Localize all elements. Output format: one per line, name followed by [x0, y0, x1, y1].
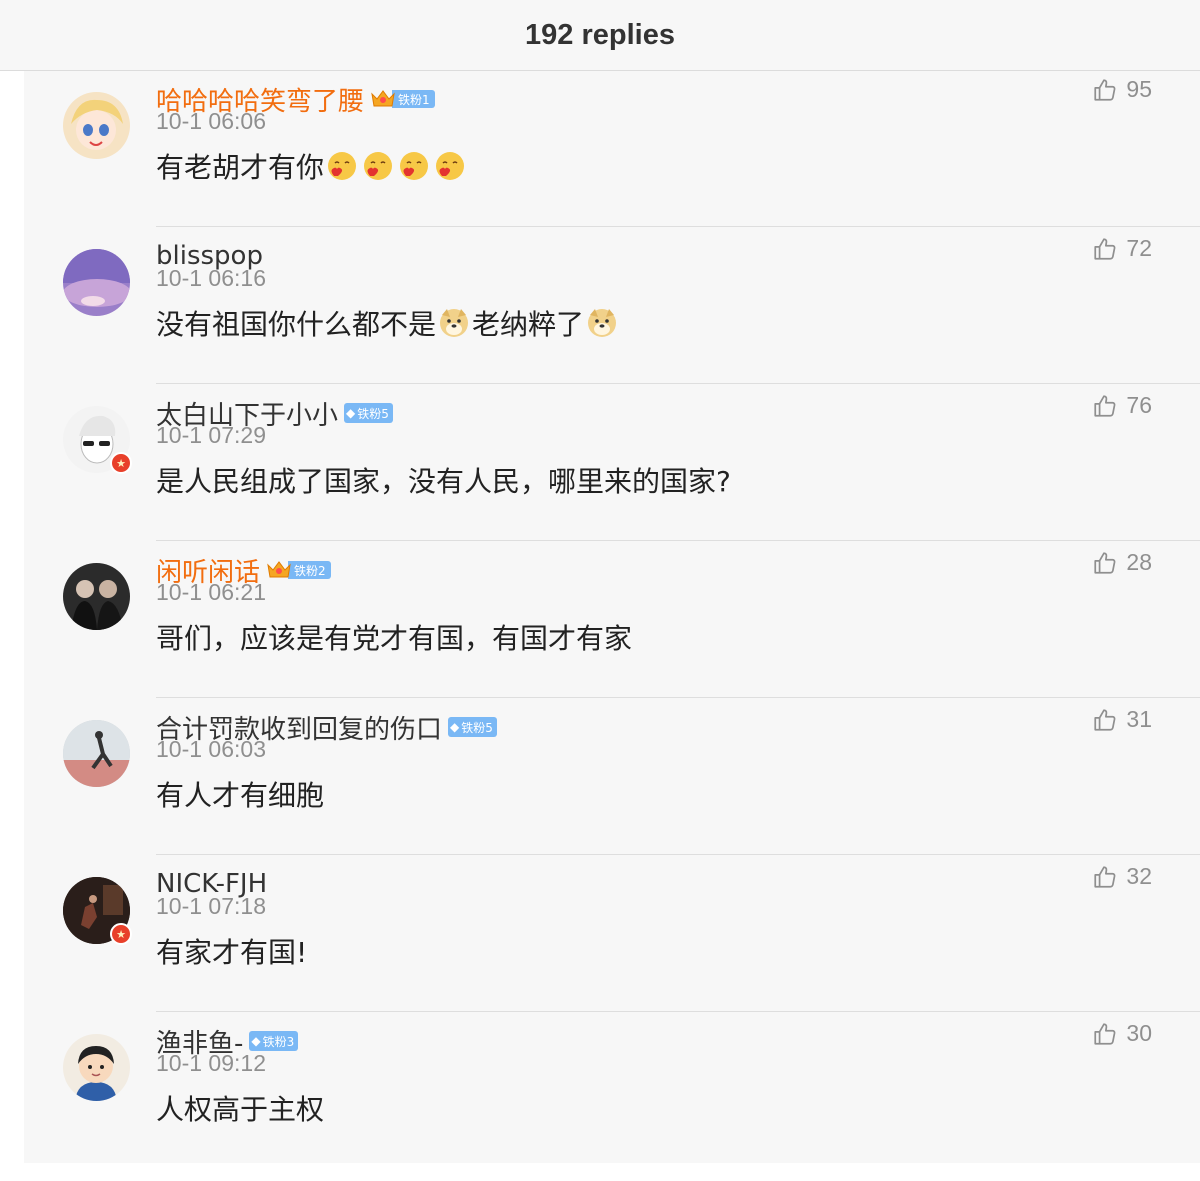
reply-text-body: 有老胡才有你	[156, 151, 325, 184]
thumbs-up-icon	[1092, 236, 1118, 262]
thumbs-up-icon	[1092, 1021, 1118, 1047]
like-button[interactable]: 30	[1092, 1020, 1152, 1047]
like-button[interactable]: 95	[1092, 76, 1152, 103]
thumbs-up-icon	[1092, 550, 1118, 576]
avatar[interactable]	[63, 563, 130, 630]
thumbs-up-icon	[1092, 864, 1118, 890]
doge-emoji	[438, 307, 470, 339]
like-count: 30	[1126, 1020, 1152, 1046]
thumbs-up-icon	[1092, 393, 1118, 419]
reply-text-body: 有人才有细胞	[156, 779, 325, 812]
like-button[interactable]: 76	[1092, 392, 1152, 419]
like-count: 95	[1126, 76, 1152, 102]
doge-emoji	[586, 307, 618, 339]
fan-level-label: 铁粉5	[357, 406, 389, 421]
reply-timestamp: 10-1 06:16	[156, 265, 266, 291]
reply-item[interactable]: 哈哈哈哈笑弯了腰 铁粉1 10-1 06:06 有老胡才有你 95	[24, 71, 1200, 227]
reply-text-body: 没有祖国你什么都不是	[156, 308, 437, 341]
fan-level-badge: ◆ 铁粉3	[249, 1031, 299, 1051]
reply-text-continued: 老纳粹了	[472, 308, 585, 341]
thumbs-up-icon	[1092, 707, 1118, 733]
like-count: 28	[1126, 549, 1152, 575]
like-button[interactable]: 32	[1092, 863, 1152, 890]
reply-text: 哥们，应该是有党才有国，有国才有家	[156, 617, 632, 657]
crown-icon	[370, 88, 396, 110]
avatar[interactable]	[63, 92, 130, 159]
replies-count-title: 192 replies	[525, 18, 675, 51]
reply-text: 是人民组成了国家，没有人民，哪里来的国家?	[156, 460, 731, 500]
crown-icon	[266, 559, 292, 581]
like-button[interactable]: 28	[1092, 549, 1152, 576]
diamond-icon: ◆	[251, 1034, 261, 1048]
verified-badge-icon: ★	[110, 923, 132, 945]
like-button[interactable]: 72	[1092, 235, 1152, 262]
kiss-emoji	[362, 150, 394, 182]
reply-text: 有家才有国!	[156, 931, 307, 971]
reply-text: 人权高于主权	[156, 1088, 324, 1128]
reply-text: 有人才有细胞	[156, 774, 324, 814]
like-count: 32	[1126, 863, 1152, 889]
reply-item[interactable]: ★ 太白山下于小小 ◆ 铁粉5 10-1 07:29 是人民组成了国家，没有人民，哪里来的…	[24, 384, 1200, 541]
fan-level-badge: ◆ 铁粉5	[448, 717, 497, 737]
reply-item[interactable]: 合计罚款收到回复的伤口 ◆ 铁粉5 10-1 06:03 有人才有细胞 31	[24, 698, 1200, 855]
like-count: 76	[1126, 392, 1152, 418]
reply-text: 没有祖国你什么都不是 老纳粹了	[156, 303, 620, 343]
diamond-icon: ◆	[450, 720, 460, 734]
fan-level-badge: 铁粉2	[266, 560, 331, 580]
diamond-icon: ◆	[346, 406, 356, 420]
page-bottom-area	[0, 1163, 1200, 1181]
like-count: 31	[1126, 706, 1152, 732]
reply-item[interactable]: blisspop 10-1 06:16 没有祖国你什么都不是 老纳粹了 72	[24, 227, 1200, 384]
fan-level-badge: ◆ 铁粉5	[344, 403, 393, 423]
reply-timestamp: 10-1 06:03	[156, 736, 266, 762]
fan-level-label: 铁粉2	[288, 561, 331, 579]
reply-timestamp: 10-1 09:12	[156, 1050, 266, 1076]
reply-item[interactable]: 闲听闲话 铁粉2 10-1 06:21 哥们，应该是有党才有国，有国才有家 28	[24, 541, 1200, 698]
replies-header: 192 replies	[0, 0, 1200, 71]
reply-text-body: 人权高于主权	[156, 1093, 325, 1126]
fan-level-label: 铁粉1	[392, 90, 435, 108]
avatar[interactable]	[63, 720, 130, 787]
fan-level-label: 铁粉3	[262, 1034, 295, 1049]
kiss-emoji	[398, 150, 430, 182]
reply-text-body: 有家才有国!	[156, 936, 308, 969]
kiss-emoji	[326, 150, 358, 182]
reply-timestamp: 10-1 07:29	[156, 422, 266, 448]
avatar[interactable]	[63, 1034, 130, 1101]
reply-timestamp: 10-1 07:18	[156, 893, 266, 919]
like-count: 72	[1126, 235, 1152, 261]
reply-timestamp: 10-1 06:06	[156, 108, 266, 134]
fan-level-label: 铁粉5	[461, 720, 493, 735]
reply-text: 有老胡才有你	[156, 146, 468, 186]
thumbs-up-icon	[1092, 77, 1118, 103]
reply-item[interactable]: ★ NICK-FJH 10-1 07:18 有家才有国! 32	[24, 855, 1200, 1012]
kiss-emoji	[434, 150, 466, 182]
verified-badge-icon: ★	[110, 452, 132, 474]
reply-item[interactable]: 渔非鱼- ◆ 铁粉3 10-1 09:12 人权高于主权 30	[24, 1012, 1200, 1163]
reply-timestamp: 10-1 06:21	[156, 579, 266, 605]
avatar[interactable]	[63, 249, 130, 316]
reply-text-body: 是人民组成了国家，没有人民，哪里来的国家?	[156, 465, 731, 498]
fan-level-badge: 铁粉1	[370, 89, 435, 109]
reply-list[interactable]: 哈哈哈哈笑弯了腰 铁粉1 10-1 06:06 有老胡才有你 95 blisspop 10-…	[24, 71, 1200, 1163]
reply-text-body: 哥们，应该是有党才有国，有国才有家	[156, 622, 633, 655]
like-button[interactable]: 31	[1092, 706, 1152, 733]
